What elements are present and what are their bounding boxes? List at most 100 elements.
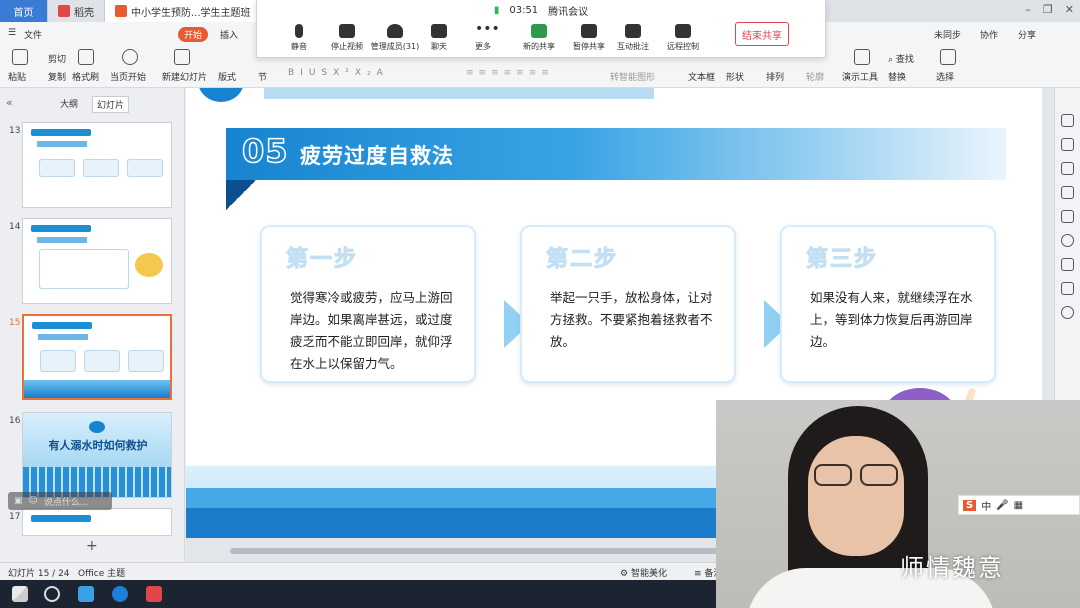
location-icon[interactable] xyxy=(1061,306,1074,319)
step-label: 第一步 xyxy=(285,247,359,273)
text-box-button[interactable]: 文本框 xyxy=(688,70,715,83)
format-painter-icon[interactable] xyxy=(78,49,94,65)
pen-icon xyxy=(625,24,641,38)
presenter-tools-button[interactable]: 演示工具 xyxy=(842,70,878,83)
members-icon xyxy=(387,24,403,38)
file-menu[interactable]: 文件 xyxy=(24,28,42,41)
share-button[interactable]: 分享 xyxy=(1018,28,1036,41)
windows-start-icon[interactable] xyxy=(12,586,28,602)
slide-thumbnail-16[interactable]: 有人溺水时如何救护 xyxy=(22,412,172,498)
crop-icon[interactable] xyxy=(1061,210,1074,223)
search-icon[interactable] xyxy=(44,586,60,602)
comment-bar[interactable]: ▣ ☺ 说点什么... xyxy=(8,492,112,510)
rocket-icon[interactable] xyxy=(1061,114,1074,127)
font-style-buttons[interactable]: BIUSX²X₂A xyxy=(288,68,389,78)
previous-title-strip xyxy=(264,88,654,99)
layout-button[interactable]: 版式 xyxy=(218,70,236,83)
smart-shape-button[interactable]: 转智能图形 xyxy=(610,70,655,83)
step-label: 第三步 xyxy=(805,247,879,273)
ppt-icon xyxy=(115,5,127,17)
adjust-icon[interactable] xyxy=(1061,138,1074,151)
tab-document-label: 中小学生预防...学生主题班 xyxy=(131,7,251,19)
slide-thumbnail-14[interactable] xyxy=(22,218,172,304)
section-button[interactable]: 节 xyxy=(258,70,267,83)
paragraph-buttons[interactable]: ≡≡≡≡≡≡≡ xyxy=(466,68,554,78)
menu-icon[interactable]: ☰ xyxy=(8,28,16,38)
beautify-label: 智能美化 xyxy=(630,569,667,579)
thumb-swimmer-image xyxy=(135,253,163,277)
beautify-button[interactable]: ⚙ 智能美化 xyxy=(620,566,667,579)
tab-home[interactable]: 首页 xyxy=(0,0,48,22)
shape-button[interactable]: 形状 xyxy=(726,70,744,83)
copy-button[interactable]: 复制 xyxy=(48,70,66,83)
ime-mode: 中 xyxy=(981,501,992,513)
tab-document[interactable]: 中小学生预防...学生主题班 xyxy=(105,0,262,22)
comment-placeholder: 说点什么... xyxy=(43,497,89,508)
microphone-icon xyxy=(295,24,303,38)
find-button[interactable]: ⌕ 查找 xyxy=(888,52,914,65)
horizontal-scrollbar[interactable] xyxy=(230,548,790,554)
meeting-header: ▮ 03:51 腾讯会议 xyxy=(257,0,825,20)
collapse-sidebar-icon[interactable]: « xyxy=(6,96,13,109)
slide-thumbnail-15[interactable] xyxy=(22,314,172,400)
add-slide-icon[interactable]: + xyxy=(86,538,98,554)
meeting-app-name: 腾讯会议 xyxy=(548,6,589,18)
unsynced-status[interactable]: 未同步 xyxy=(934,28,961,41)
microphone-icon: 🎤 xyxy=(996,499,1009,511)
section-number: 05 xyxy=(241,131,289,171)
tencent-meeting-icon[interactable] xyxy=(78,586,94,602)
help-icon[interactable] xyxy=(1061,234,1074,247)
cut-button[interactable]: 剪切 xyxy=(48,52,66,65)
minimize-icon[interactable]: – xyxy=(1025,3,1031,16)
tab-docer[interactable]: 稻壳 xyxy=(48,0,105,22)
thumb-box xyxy=(40,350,76,372)
tab-slides[interactable]: 幻灯片 xyxy=(92,96,130,113)
slide-number-selected: 15 xyxy=(9,318,21,328)
slide-number: 13 xyxy=(9,126,21,136)
slide-thumbnail-17[interactable] xyxy=(22,508,172,536)
collab-button[interactable]: 协作 xyxy=(980,28,998,41)
format-painter-button[interactable]: 格式刷 xyxy=(72,70,99,83)
select-icon[interactable] xyxy=(940,49,956,65)
slide-counter: 幻灯片 15 / 24 xyxy=(8,569,70,579)
wps-icon[interactable] xyxy=(146,586,162,602)
start-tab[interactable]: 开始 xyxy=(178,27,208,42)
new-slide-icon[interactable] xyxy=(174,49,190,65)
close-icon[interactable]: ✕ xyxy=(1065,3,1074,16)
browser-icon[interactable] xyxy=(112,586,128,602)
step-card-1: 第一步 觉得寒冷或疲劳，应马上游回岸边。如果离岸甚远，或过度疲乏而不能立即回岸，… xyxy=(260,225,476,383)
remote-control-button[interactable]: 远程控制 xyxy=(653,24,713,52)
tab-outline[interactable]: 大纲 xyxy=(56,96,82,113)
thumb-subheader xyxy=(37,141,87,147)
arrange-button[interactable]: 排列 xyxy=(766,70,784,83)
new-slide-button[interactable]: 新建幻灯片 xyxy=(162,70,207,83)
sliders-icon[interactable] xyxy=(1061,162,1074,175)
outline-button[interactable]: 轮廓 xyxy=(806,70,824,83)
star-icon[interactable] xyxy=(1061,186,1074,199)
watermark: 师情魏意 xyxy=(900,554,1004,582)
thumb-subheader xyxy=(38,334,88,340)
theme-name: Office 主题 xyxy=(78,569,126,579)
image-icon[interactable] xyxy=(1061,258,1074,271)
restore-icon[interactable]: ❐ xyxy=(1043,3,1053,16)
select-button[interactable]: 选择 xyxy=(936,70,954,83)
meeting-toolbar: ▮ 03:51 腾讯会议 静音 停止视频 管理成员(31) 聊天 ••• 更多 新… xyxy=(256,0,826,58)
slide-thumbnail-13[interactable] xyxy=(22,122,172,208)
thumb-number-badge xyxy=(89,421,105,433)
ime-toolbar[interactable]: S 中 🎤 ▦ xyxy=(958,495,1080,515)
thumb-box xyxy=(83,159,119,177)
step-text: 觉得寒冷或疲劳，应马上游回岸边。如果离岸甚远，或过度疲乏而不能立即回岸，就仰浮在… xyxy=(290,290,453,371)
presenter-tools-icon[interactable] xyxy=(854,49,870,65)
step-text: 举起一只手，放松身体，让对方拯救。不要紧抱着拯救者不放。 xyxy=(550,290,713,349)
paste-button[interactable]: 粘贴 xyxy=(8,70,26,83)
insert-tab[interactable]: 插入 xyxy=(220,28,238,41)
title-band-fold xyxy=(226,180,256,210)
end-share-button[interactable]: 结束共享 xyxy=(735,22,789,46)
replace-button[interactable]: 替换 xyxy=(888,70,906,83)
more-button[interactable]: ••• 更多 xyxy=(453,22,513,52)
play-current-button[interactable]: 当页开始 xyxy=(110,70,146,83)
share-icon[interactable] xyxy=(1061,282,1074,295)
tab-docer-label: 稻壳 xyxy=(74,7,94,19)
play-icon[interactable] xyxy=(122,49,138,65)
paste-icon[interactable] xyxy=(12,49,28,65)
